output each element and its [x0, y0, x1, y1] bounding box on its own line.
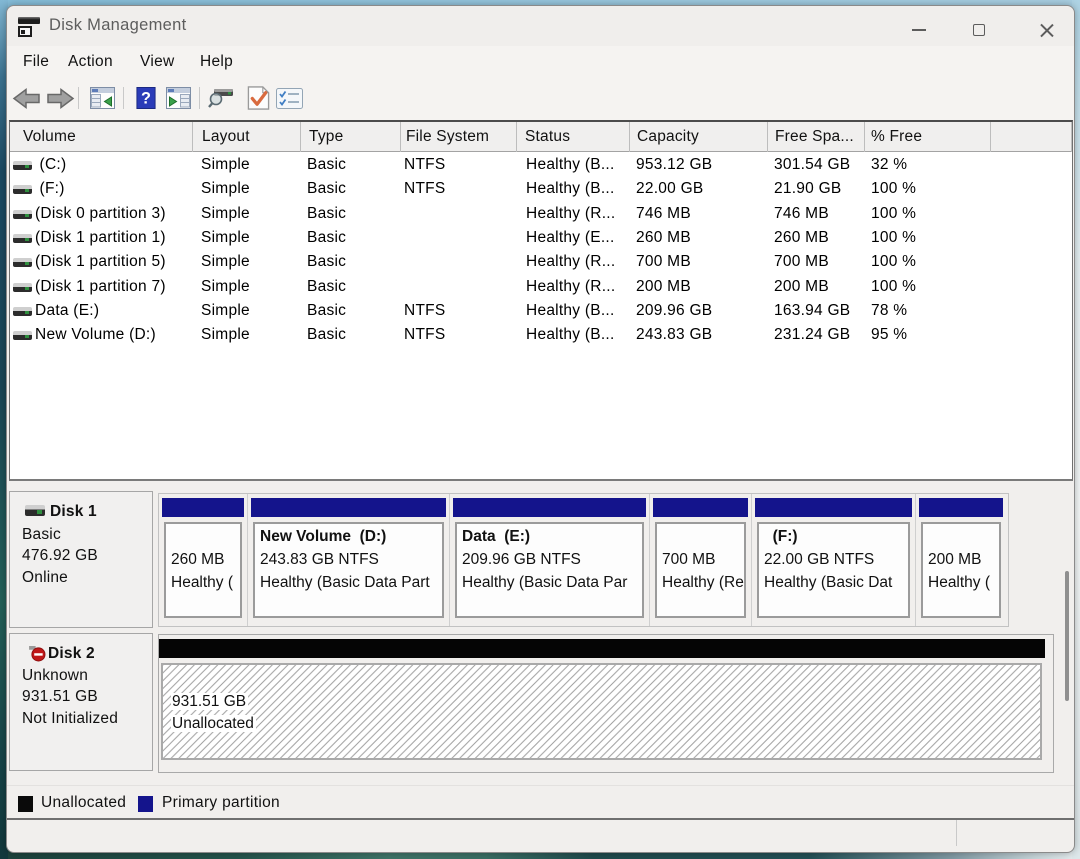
svg-text:?: ? [141, 90, 151, 108]
